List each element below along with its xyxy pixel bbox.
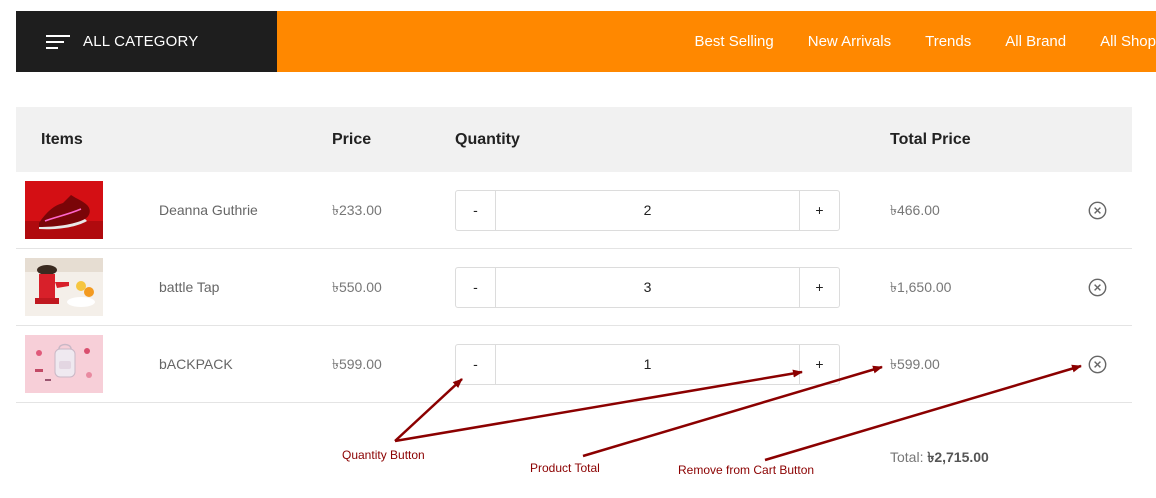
- product-image-shoe: [25, 181, 103, 239]
- nav-links: Best Selling New Arrivals Trends All Bra…: [661, 11, 1156, 72]
- grand-total-label: Total:: [890, 449, 924, 465]
- quantity-stepper: - +: [455, 344, 840, 385]
- quantity-input[interactable]: [496, 345, 799, 384]
- quantity-stepper: - +: [455, 190, 840, 231]
- cart-table-header: Items Price Quantity Total Price: [16, 107, 1132, 172]
- close-circle-icon: [1088, 278, 1107, 297]
- product-total: ৳466.00: [890, 202, 940, 218]
- cart-row: bACKPACK ৳599.00 - + ৳599.00: [16, 326, 1132, 403]
- quantity-decrease-button[interactable]: -: [456, 191, 496, 230]
- product-price: ৳550.00: [332, 279, 382, 295]
- quantity-stepper: - +: [455, 267, 840, 308]
- annotation-remove-button: Remove from Cart Button: [678, 463, 815, 477]
- quantity-increase-button[interactable]: +: [799, 268, 839, 307]
- product-name: Deanna Guthrie: [159, 202, 258, 218]
- quantity-input[interactable]: [496, 191, 799, 230]
- remove-from-cart-button[interactable]: [1088, 201, 1107, 220]
- all-category-button[interactable]: ALL CATEGORY: [16, 11, 277, 72]
- annotation-quantity-button: Quantity Button: [342, 448, 425, 462]
- product-total: ৳1,650.00: [890, 279, 952, 295]
- close-circle-icon: [1088, 201, 1107, 220]
- all-category-label: ALL CATEGORY: [83, 33, 199, 50]
- quantity-increase-button[interactable]: +: [799, 345, 839, 384]
- close-circle-icon: [1088, 355, 1107, 374]
- product-price: ৳233.00: [332, 202, 382, 218]
- header-price: Price: [332, 131, 372, 148]
- quantity-input[interactable]: [496, 268, 799, 307]
- quantity-decrease-button[interactable]: -: [456, 345, 496, 384]
- top-navbar: ALL CATEGORY Best Selling New Arrivals T…: [16, 11, 1156, 72]
- product-price: ৳599.00: [332, 356, 382, 372]
- hamburger-icon: [46, 34, 70, 49]
- header-quantity: Quantity: [455, 131, 520, 148]
- nav-link-best-selling[interactable]: Best Selling: [695, 33, 774, 50]
- grand-total-value: ৳2,715.00: [927, 449, 989, 465]
- cart-row: Deanna Guthrie ৳233.00 - + ৳466.00: [16, 172, 1132, 249]
- product-name: battle Tap: [159, 279, 220, 295]
- nav-link-all-brand[interactable]: All Brand: [1005, 33, 1066, 50]
- header-total-price: Total Price: [890, 131, 971, 148]
- cart-row: battle Tap ৳550.00 - + ৳1,650.00: [16, 249, 1132, 326]
- remove-from-cart-button[interactable]: [1088, 278, 1107, 297]
- quantity-increase-button[interactable]: +: [799, 191, 839, 230]
- product-name: bACKPACK: [159, 356, 233, 372]
- product-image-backpack: [25, 335, 103, 393]
- nav-link-all-shop[interactable]: All Shop: [1100, 33, 1156, 50]
- quantity-decrease-button[interactable]: -: [456, 268, 496, 307]
- product-image-tap: [25, 258, 103, 316]
- nav-link-new-arrivals[interactable]: New Arrivals: [808, 33, 891, 50]
- nav-link-trends[interactable]: Trends: [925, 33, 971, 50]
- remove-from-cart-button[interactable]: [1088, 355, 1107, 374]
- cart-grand-total: Total: ৳2,715.00: [890, 446, 989, 470]
- annotation-product-total: Product Total: [530, 461, 600, 475]
- product-total: ৳599.00: [890, 356, 940, 372]
- header-items: Items: [41, 131, 83, 148]
